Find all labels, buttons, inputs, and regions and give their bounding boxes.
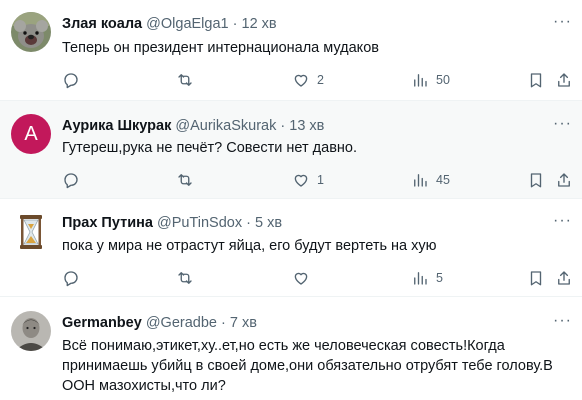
author-handle[interactable]: @AurikaSkurak <box>175 118 276 134</box>
author-name[interactable]: Аурика Шкурак <box>62 118 171 134</box>
separator-dot: · <box>246 215 251 231</box>
post-header: Germanbey @Geradbe · 7 хв <box>62 315 257 331</box>
like-count: 1 <box>317 173 324 187</box>
hourglass-avatar-image <box>20 215 42 249</box>
post-actions: 2 50 <box>62 70 572 90</box>
post-actions: 1 45 <box>62 170 572 190</box>
avatar-letter[interactable]: A <box>11 114 51 154</box>
repost-button[interactable] <box>176 268 201 288</box>
author-handle[interactable]: @PuTinSdox <box>157 215 242 231</box>
bookmark-icon <box>530 173 542 188</box>
repost-icon <box>178 272 192 284</box>
more-options-icon[interactable]: ··· <box>553 115 572 133</box>
repost-icon <box>178 174 192 186</box>
share-button[interactable] <box>555 170 573 190</box>
views-icon <box>414 74 427 87</box>
author-name[interactable]: Germanbey <box>62 315 142 331</box>
avatar-initial: A <box>24 122 38 145</box>
post-4[interactable]: Germanbey @Geradbe · 7 хв ··· Всё понима… <box>0 297 582 400</box>
like-button[interactable] <box>292 268 317 288</box>
views-count: 45 <box>436 173 450 187</box>
post-header: Аурика Шкурак @AurikaSkurak · 13 хв <box>62 118 324 134</box>
more-options-icon[interactable]: ··· <box>553 13 572 31</box>
views-button[interactable]: 5 <box>411 268 443 288</box>
heart-icon <box>294 174 308 187</box>
reply-button[interactable] <box>62 70 87 90</box>
repost-button[interactable] <box>176 70 201 90</box>
share-icon <box>558 173 570 187</box>
post-time[interactable]: 13 хв <box>289 118 324 134</box>
koala-avatar-image <box>11 12 51 52</box>
post-2[interactable]: A Аурика Шкурак @AurikaSkurak · 13 хв ··… <box>0 101 582 199</box>
author-name[interactable]: Прах Путина <box>62 215 153 231</box>
post-actions: 5 <box>62 268 572 288</box>
bookmark-button[interactable] <box>527 268 545 288</box>
separator-dot: · <box>232 16 238 32</box>
portrait-avatar-image <box>11 311 51 351</box>
repost-icon <box>178 74 192 86</box>
post-text: Всё понимаю,этикет,ху..ет,но есть же чел… <box>62 338 553 394</box>
like-count: 2 <box>317 73 324 87</box>
avatar-hourglass[interactable] <box>11 212 51 252</box>
repost-button[interactable] <box>176 170 201 190</box>
heart-icon <box>294 74 308 87</box>
bookmark-icon <box>530 271 542 286</box>
post-1[interactable]: Злая коала @OlgaElga1 · 12 хв ··· Теперь… <box>0 0 582 101</box>
avatar-koala[interactable] <box>11 12 51 52</box>
views-count: 50 <box>436 73 450 87</box>
reply-feed: Злая коала @OlgaElga1 · 12 хв ··· Теперь… <box>0 0 582 400</box>
author-handle[interactable]: @Geradbe <box>146 315 217 331</box>
post-time[interactable]: 5 хв <box>255 215 282 231</box>
reply-icon <box>64 173 78 189</box>
views-button[interactable]: 45 <box>411 170 450 190</box>
heart-icon <box>294 272 308 285</box>
more-options-icon[interactable]: ··· <box>553 312 572 330</box>
reply-button[interactable] <box>62 268 87 288</box>
separator-dot: · <box>280 118 286 134</box>
post-header: Злая коала @OlgaElga1 · 12 хв <box>62 16 277 32</box>
views-icon <box>414 272 427 285</box>
separator-dot: · <box>221 315 226 331</box>
like-button[interactable]: 2 <box>292 70 324 90</box>
share-button[interactable] <box>555 268 573 288</box>
author-handle[interactable]: @OlgaElga1 <box>146 16 228 32</box>
bookmark-button[interactable] <box>527 170 545 190</box>
share-icon <box>558 73 570 87</box>
share-icon <box>558 271 570 285</box>
reply-icon <box>64 271 78 287</box>
post-3[interactable]: Прах Путина @PuTinSdox · 5 хв ··· пока у… <box>0 199 582 297</box>
author-name[interactable]: Злая коала <box>62 16 142 32</box>
post-header: Прах Путина @PuTinSdox · 5 хв <box>62 215 282 231</box>
post-time[interactable]: 12 хв <box>242 16 277 32</box>
bookmark-icon <box>530 73 542 88</box>
more-options-icon[interactable]: ··· <box>553 212 572 230</box>
post-time[interactable]: 7 хв <box>230 315 257 331</box>
share-button[interactable] <box>555 70 573 90</box>
reply-icon <box>64 73 78 89</box>
post-text: Теперь он президент интернационала мудак… <box>62 40 379 56</box>
reply-button[interactable] <box>62 170 87 190</box>
views-button[interactable]: 50 <box>411 70 450 90</box>
bookmark-button[interactable] <box>527 70 545 90</box>
post-text: пока у мира не отрастут яйца, его будут … <box>62 238 437 254</box>
avatar-photo[interactable] <box>11 311 51 351</box>
views-icon <box>414 174 427 187</box>
views-count: 5 <box>436 271 443 285</box>
post-text: Гутереш,рука не печёт? Совести нет давно… <box>62 140 358 156</box>
like-button[interactable]: 1 <box>292 170 324 190</box>
